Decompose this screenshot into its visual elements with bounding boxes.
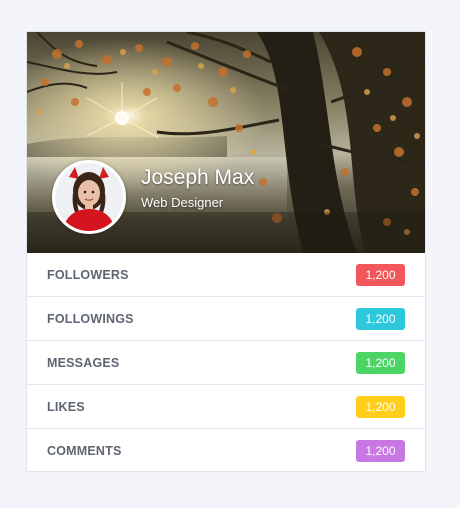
stat-label: MESSAGES — [47, 356, 120, 370]
stat-count-badge: 1,200 — [356, 440, 405, 462]
stat-count-badge: 1,200 — [356, 264, 405, 286]
cover-image: Joseph Max Web Designer — [27, 32, 425, 253]
profile-role: Web Designer — [141, 195, 224, 210]
stat-row-likes[interactable]: LIKES 1,200 — [27, 385, 425, 429]
stat-row-followings[interactable]: FOLLOWINGS 1,200 — [27, 297, 425, 341]
stat-label: FOLLOWINGS — [47, 312, 134, 326]
stats-list: FOLLOWERS 1,200 FOLLOWINGS 1,200 MESSAGE… — [27, 253, 425, 473]
stat-row-messages[interactable]: MESSAGES 1,200 — [27, 341, 425, 385]
stat-count-badge: 1,200 — [356, 352, 405, 374]
stat-label: FOLLOWERS — [47, 268, 129, 282]
stat-count-badge: 1,200 — [356, 308, 405, 330]
stat-row-comments[interactable]: COMMENTS 1,200 — [27, 429, 425, 473]
stat-label: COMMENTS — [47, 444, 122, 458]
profile-name: Joseph Max — [141, 166, 255, 189]
profile-card: Joseph Max Web Designer FOLLOWERS 1,200 … — [26, 31, 426, 472]
stat-label: LIKES — [47, 400, 85, 414]
stat-row-followers[interactable]: FOLLOWERS 1,200 — [27, 253, 425, 297]
avatar[interactable] — [52, 160, 126, 234]
stat-count-badge: 1,200 — [356, 396, 405, 418]
